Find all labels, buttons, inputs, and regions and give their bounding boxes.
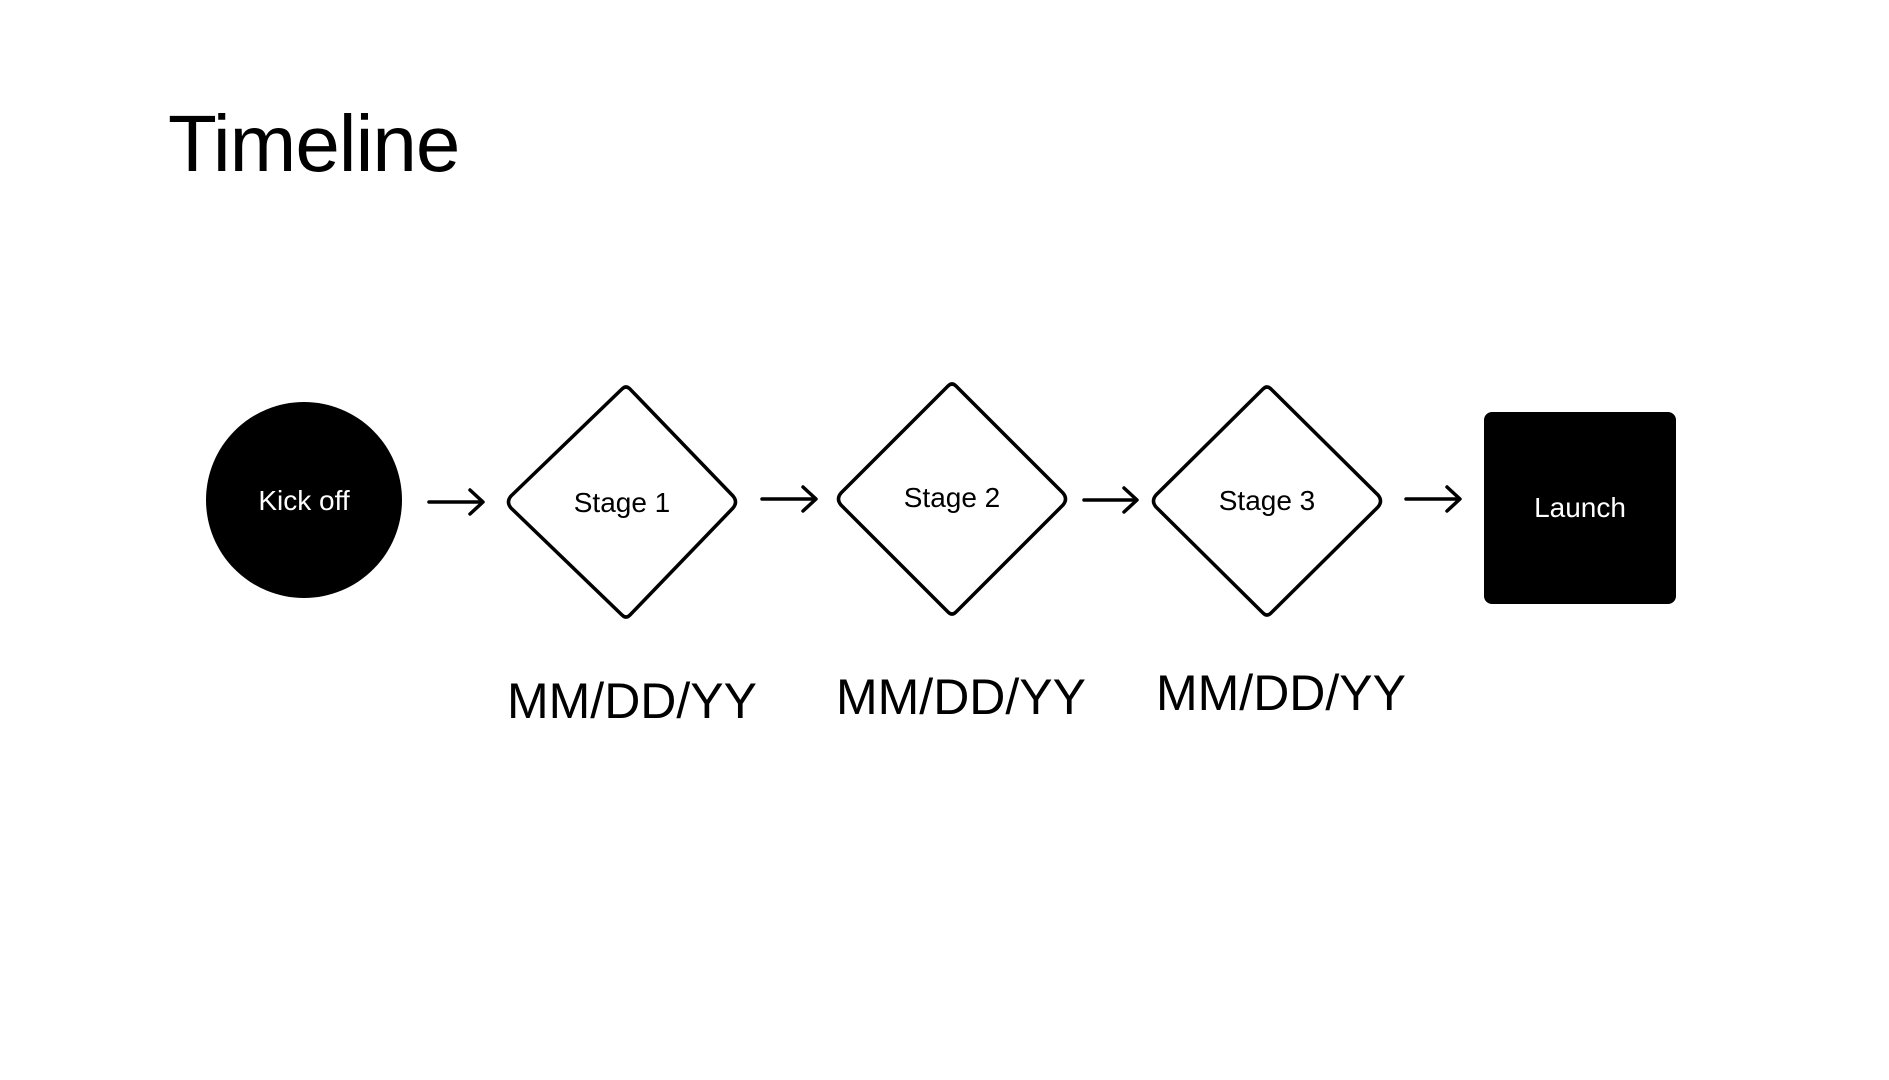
node-label-stage3: Stage 3 [1219, 485, 1316, 516]
node-stage1: Stage 1 [506, 385, 738, 619]
arrow-right-icon [760, 485, 818, 513]
arrow-right-icon [427, 488, 485, 516]
node-kickoff: Kick off [206, 402, 402, 598]
arrow-right-icon [1404, 485, 1462, 513]
date-stage2: MM/DD/YY [836, 669, 1086, 725]
node-label-launch: Launch [1534, 492, 1626, 523]
node-label-kickoff: Kick off [258, 485, 350, 516]
node-label-stage2: Stage 2 [904, 482, 1001, 513]
arrow-right-icon [1082, 486, 1139, 514]
node-stage3: Stage 3 [1151, 385, 1383, 617]
node-label-stage1: Stage 1 [574, 487, 671, 518]
date-stage3: MM/DD/YY [1156, 665, 1406, 721]
node-stage2: Stage 2 [836, 382, 1068, 616]
node-launch: Launch [1484, 412, 1676, 604]
date-stage1: MM/DD/YY [507, 673, 757, 729]
timeline-diagram: Kick off Stage 1 Stage 2 Stage 3 Launch [206, 382, 1676, 619]
